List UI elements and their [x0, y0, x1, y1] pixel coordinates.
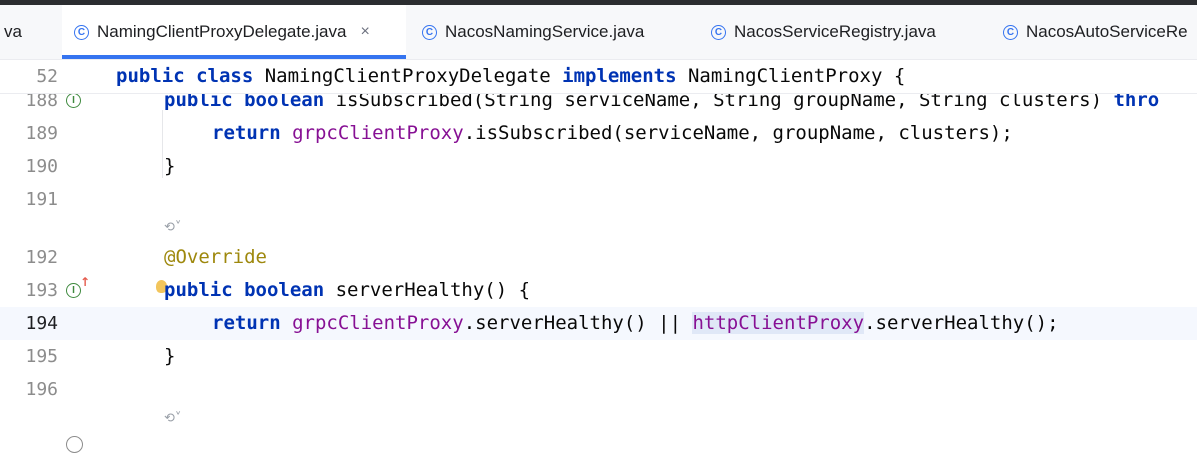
- line-number: 189: [25, 123, 58, 144]
- code-line-195[interactable]: 195 }: [0, 340, 1197, 373]
- tab-nacos-naming-service[interactable]: C NacosNamingService.java: [422, 5, 644, 59]
- code-text: return grpcClientProxy.isSubscribed(serv…: [212, 122, 1013, 144]
- code-text: return grpcClientProxy.serverHealthy() |…: [212, 312, 1059, 334]
- class-icon: C: [1003, 24, 1018, 40]
- line-number: 192: [25, 247, 58, 268]
- active-tab-indicator: [62, 55, 406, 59]
- editor-tab-bar: va C NamingClientProxyDelegate.java × C …: [0, 0, 1197, 60]
- tab-label: NacosServiceRegistry.java: [734, 22, 936, 41]
- line-number: 194: [25, 313, 58, 334]
- code-line-192[interactable]: 192 @Override: [0, 241, 1197, 274]
- code-editor[interactable]: 52 public class NamingClientProxyDelegat…: [0, 60, 1197, 453]
- close-tab-icon[interactable]: ×: [360, 23, 369, 41]
- line-number: 191: [25, 189, 58, 210]
- code-text: public class NamingClientProxyDelegate i…: [116, 65, 906, 87]
- ai-assistant-inlay-icon[interactable]: ⟲˅: [164, 408, 181, 428]
- gutter-icon-partial[interactable]: [66, 436, 83, 453]
- line-number: 193: [25, 280, 58, 301]
- code-line-196[interactable]: 196: [0, 373, 1197, 406]
- class-icon: C: [711, 24, 726, 40]
- code-text: }: [164, 155, 176, 177]
- tab-naming-client-proxy-delegate[interactable]: C NamingClientProxyDelegate.java ×: [62, 5, 406, 59]
- line-number: 195: [25, 346, 58, 367]
- implementation-gutter-icon[interactable]: I: [66, 283, 81, 298]
- line-number: 196: [25, 379, 58, 400]
- class-icon: C: [422, 24, 437, 40]
- code-line-190[interactable]: 190 }: [0, 150, 1197, 183]
- override-up-arrow-icon[interactable]: ↑: [80, 275, 90, 289]
- tab-label: NacosNamingService.java: [445, 22, 645, 41]
- tab-nacos-service-registry[interactable]: C NacosServiceRegistry.java: [711, 5, 936, 59]
- line-number: 190: [25, 156, 58, 177]
- annotation-text: @Override: [164, 246, 267, 268]
- class-icon: C: [74, 24, 89, 40]
- code-line-191[interactable]: 191: [0, 183, 1197, 216]
- code-text: }: [164, 345, 176, 367]
- code-line-189[interactable]: 189 return grpcClientProxy.isSubscribed(…: [0, 117, 1197, 150]
- tab-label: NamingClientProxyDelegate.java: [97, 22, 347, 41]
- code-line-194-current[interactable]: 194 return grpcClientProxy.serverHealthy…: [0, 307, 1197, 340]
- tab-nacos-auto-service-registration[interactable]: C NacosAutoServiceRe: [1003, 5, 1188, 59]
- tab-label: NacosAutoServiceRe: [1026, 22, 1188, 41]
- line-number: 52: [36, 66, 58, 87]
- tab-partial-left[interactable]: va: [4, 5, 22, 59]
- code-line-193[interactable]: 193 I ↑ public boolean serverHealthy() {: [0, 274, 1197, 307]
- implementation-gutter-icon[interactable]: I: [66, 93, 81, 108]
- sticky-scroll-line[interactable]: 52 public class NamingClientProxyDelegat…: [0, 60, 1197, 94]
- tab-label: va: [4, 22, 22, 41]
- ai-assistant-inlay-icon[interactable]: ⟲˅: [164, 217, 181, 237]
- code-text: public boolean serverHealthy() {: [164, 279, 531, 301]
